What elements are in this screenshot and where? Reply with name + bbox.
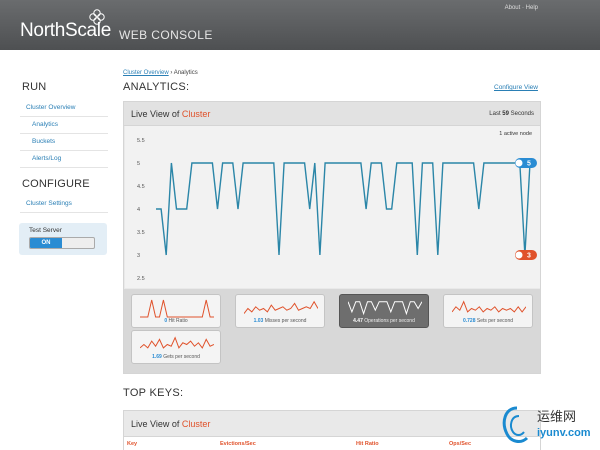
stat-label: Hit Ratio (167, 318, 188, 324)
watermark: 运维网 iyunv.com (497, 400, 600, 450)
breadcrumb-cluster-overview[interactable]: Cluster Overview (123, 70, 169, 76)
y-tick-label: 5.5 (137, 138, 145, 144)
live-view-header: Live View of Cluster Last 59 Seconds (124, 102, 540, 126)
live-view-title-cluster: Cluster (181, 109, 211, 119)
breadcrumb-current: Analytics (173, 70, 198, 76)
stat-caption: 4.47 Operations per second (340, 318, 428, 324)
col-evictions[interactable]: Evictions/Sec (220, 441, 256, 447)
operations-series-line (156, 162, 531, 256)
toggle-on-state: ON (30, 238, 62, 248)
top-keys-heading: TOP KEYS: (123, 387, 184, 399)
breadcrumb-separator: › (170, 70, 173, 76)
watermark-url: iyunv.com (537, 427, 591, 439)
top-keys-panel: Live View of Cluster Key Evictions/Sec H… (123, 410, 541, 450)
top-links: About · Help (505, 5, 538, 11)
test-server-label: Test Server (29, 227, 62, 234)
watermark-swirl-icon (502, 406, 529, 443)
col-key[interactable]: Key (127, 441, 137, 447)
stat-thumbnail[interactable]: 1.03 Misses per second (235, 294, 325, 328)
y-tick-label: 2.5 (137, 276, 145, 282)
svg-text:5: 5 (527, 161, 531, 168)
svg-text:3: 3 (527, 253, 531, 260)
top-header: NorthScale WEB CONSOLE About · Help (0, 0, 600, 50)
test-server-toggle[interactable]: ON (29, 237, 95, 249)
run-heading: RUN (22, 81, 47, 93)
top-keys-title-prefix: Live View of (131, 419, 180, 429)
series-value-marker: 3 (515, 250, 537, 260)
stat-value: 4.47 (353, 318, 363, 324)
stat-caption: 1.69 Gets per second (132, 354, 220, 360)
sidebar-item-alerts-log[interactable]: Alerts/Log (20, 151, 108, 168)
last-seconds: Last 59 Seconds (489, 111, 534, 117)
live-view-title-prefix: Live View of (131, 109, 180, 119)
y-tick-label: 4 (137, 207, 140, 213)
last-prefix: Last (489, 111, 501, 117)
col-ops[interactable]: Ops/Sec (449, 441, 471, 447)
link-separator: · (521, 5, 524, 11)
stat-caption: 0 Hit Ratio (132, 318, 220, 324)
sidebar-item-buckets[interactable]: Buckets (20, 134, 108, 151)
y-tick-label: 3.5 (137, 230, 145, 236)
y-tick-label: 4.5 (137, 184, 145, 190)
live-view-panel: Live View of Cluster Last 59 Seconds 1 a… (123, 101, 541, 374)
about-link[interactable]: About (505, 5, 521, 11)
sparkline (348, 301, 422, 316)
live-view-title: Live View of Cluster (131, 109, 210, 119)
watermark-cn: 运维网 (537, 410, 577, 425)
y-tick-label: 5 (137, 161, 140, 167)
configure-nav: Cluster Settings (20, 196, 108, 213)
stat-caption: 0.728 Sets per second (444, 318, 532, 324)
sparkline (452, 300, 526, 313)
top-keys-title-cluster: Cluster (181, 419, 211, 429)
col-hit-ratio[interactable]: Hit Ratio (356, 441, 379, 447)
stat-thumbnails: 0 Hit Ratio 1.03 Misses per second 4.47 Op… (124, 289, 540, 373)
breadcrumb: Cluster Overview › Analytics (123, 70, 198, 76)
configure-heading: CONFIGURE (22, 178, 90, 190)
top-keys-panel-title: Live View of Cluster (131, 419, 210, 429)
stat-thumbnail[interactable]: 1.69 Gets per second (131, 330, 221, 364)
operations-chart: 1 active node 5.5 5 4.5 4 3.5 3 2.5 5 3 (125, 126, 540, 288)
stat-thumbnail[interactable]: 0.728 Sets per second (443, 294, 533, 328)
last-suffix: Seconds (510, 111, 534, 117)
product-name: WEB CONSOLE (119, 28, 213, 42)
series-value-marker: 5 (515, 158, 537, 168)
run-nav: Cluster Overview Analytics Buckets Alert… (20, 100, 108, 168)
sparkline (140, 336, 214, 349)
sidebar-item-analytics[interactable]: Analytics (20, 117, 108, 134)
sidebar-item-cluster-overview[interactable]: Cluster Overview (20, 100, 108, 117)
active-node-count: 1 active node (499, 131, 532, 137)
stat-value: 1.69 (152, 354, 162, 360)
chart-svg: 5.5 5 4.5 4 3.5 3 2.5 5 3 (137, 138, 537, 282)
stat-thumbnail[interactable]: 4.47 Operations per second (339, 294, 429, 328)
top-keys-table-header: Key Evictions/Sec Hit Ratio Ops/Sec (124, 436, 540, 450)
sparkline (140, 299, 214, 318)
stat-label: Gets per second (161, 354, 200, 360)
sparkline (244, 300, 318, 314)
sidebar-item-cluster-settings[interactable]: Cluster Settings (20, 196, 108, 213)
page-title: ANALYTICS: (123, 81, 190, 93)
northscale-logo[interactable]: NorthScale (20, 20, 111, 42)
configure-view-link[interactable]: Configure View (494, 84, 538, 91)
stat-value: 1.03 (253, 318, 264, 324)
stat-label: Misses per second (263, 318, 307, 324)
stat-caption: 1.03 Misses per second (236, 318, 324, 324)
stat-label: Operations per second (362, 318, 415, 324)
stat-thumbnail[interactable]: 0 Hit Ratio (131, 294, 221, 328)
y-tick-label: 3 (137, 253, 140, 259)
last-value: 59 (502, 111, 509, 117)
stat-label: Sets per second (475, 318, 514, 324)
test-server-box: Test Server ON (19, 223, 107, 255)
stat-value: 0.728 (462, 318, 476, 324)
help-link[interactable]: Help (526, 5, 538, 11)
